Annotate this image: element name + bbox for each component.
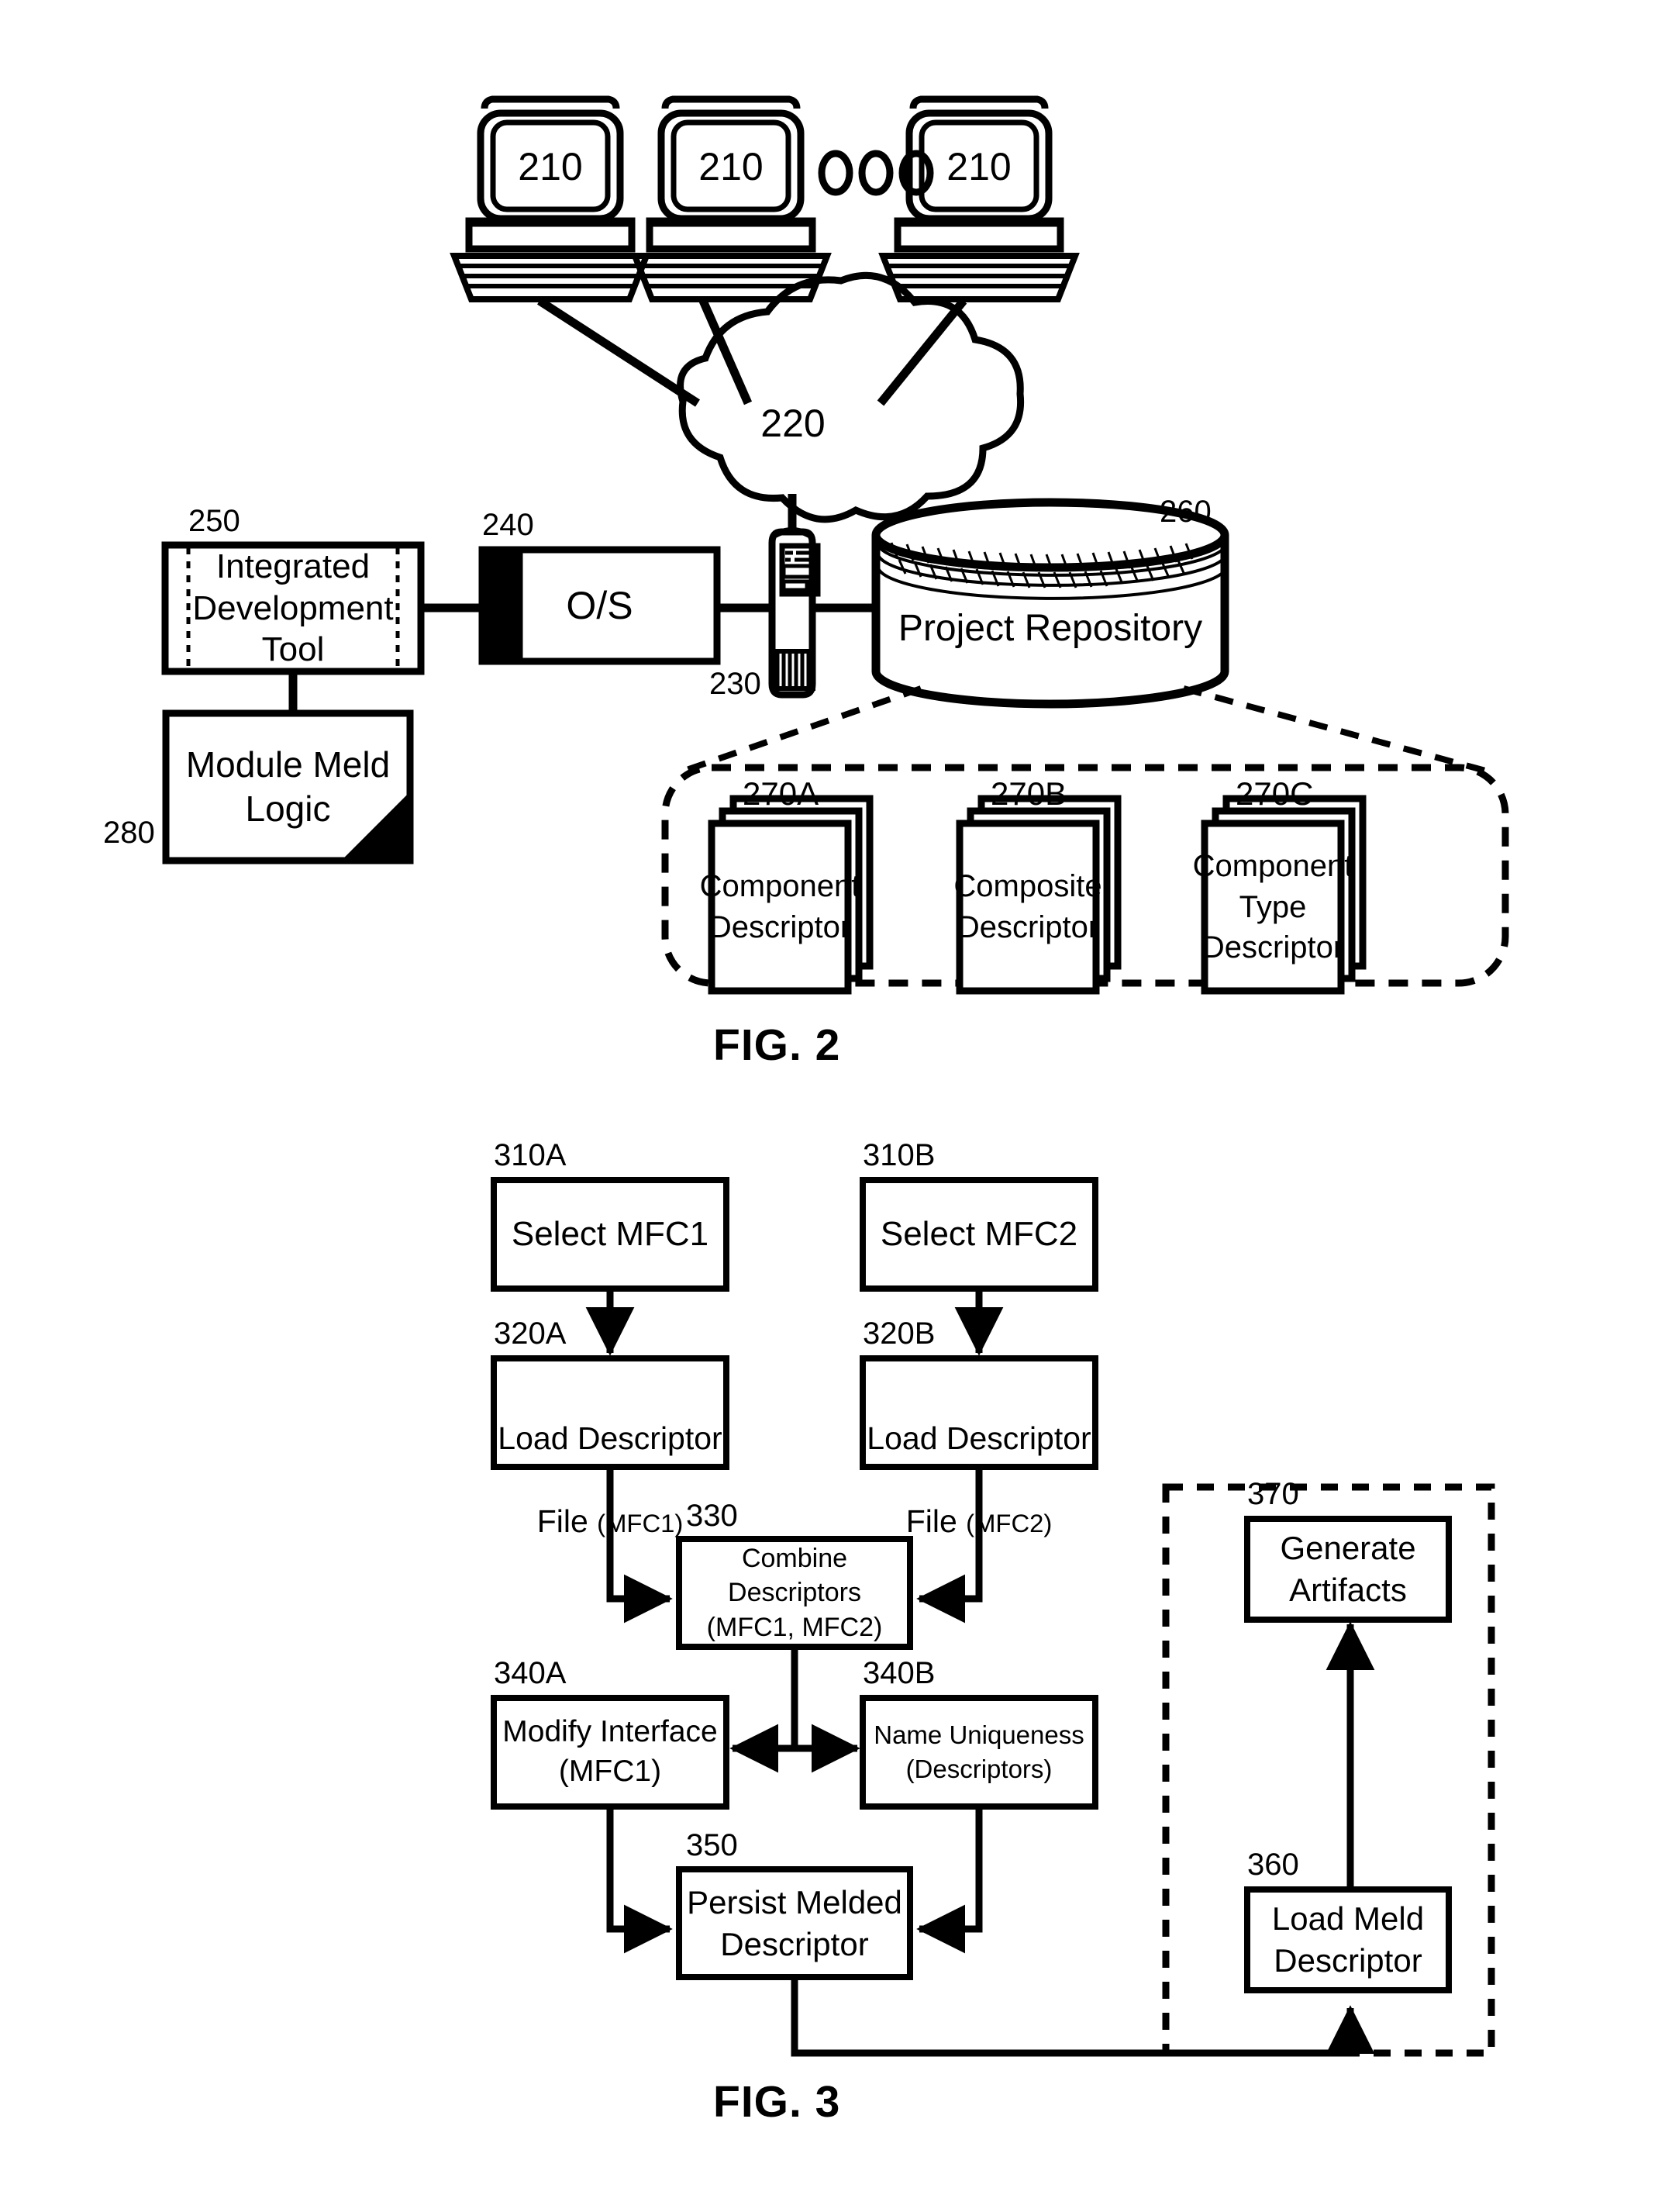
network-cloud-220 bbox=[677, 271, 1025, 523]
server-ref-230: 230 bbox=[709, 667, 761, 701]
step-320A-paren: (MFC1) bbox=[597, 1508, 684, 1537]
step-330-ref: 330 bbox=[686, 1499, 738, 1533]
server-230 bbox=[768, 527, 821, 699]
step-320B-label: Load Descriptor File (MFC2) bbox=[863, 1358, 1095, 1539]
os-box-label: O/S bbox=[566, 584, 633, 627]
terminal-computer-3 bbox=[878, 95, 1080, 302]
patent-drawing-sheet: 210 210 210 220 230 240 O/S 250 Integrat… bbox=[0, 0, 1672, 2212]
descriptor-270C-label: Component Type Descriptor bbox=[1192, 848, 1353, 965]
network-cloud-label: 220 bbox=[760, 402, 826, 445]
step-350-ref: 350 bbox=[686, 1828, 738, 1862]
step-320A-line1: Load Descriptor bbox=[498, 1420, 722, 1457]
descriptor-270B-label: Composite Descriptor bbox=[953, 869, 1102, 944]
step-310B-label: Select MFC2 bbox=[880, 1215, 1078, 1253]
fig2-caption: FIG. 2 bbox=[713, 1020, 841, 1070]
step-350-label: Persist Melded Descriptor bbox=[687, 1883, 902, 1962]
meld-logic-ref-280: 280 bbox=[103, 816, 155, 850]
repository-ref-260: 260 bbox=[1160, 495, 1212, 529]
terminal-computer-1 bbox=[450, 95, 651, 302]
step-340B-label: Name Uniqueness (Descriptors) bbox=[874, 1720, 1084, 1783]
step-320B-line2: File bbox=[905, 1503, 967, 1539]
step-370-ref: 370 bbox=[1247, 1477, 1299, 1511]
os-box-ref-240: 240 bbox=[482, 508, 534, 542]
step-340A-label: Modify Interface (MFC1) bbox=[502, 1715, 718, 1788]
terminal-computer-2 bbox=[630, 95, 832, 302]
step-360-ref: 360 bbox=[1247, 1848, 1299, 1882]
step-340B-ref: 340B bbox=[863, 1656, 936, 1690]
step-310A-label: Select MFC1 bbox=[511, 1215, 709, 1253]
repository-label: Project Repository bbox=[898, 607, 1203, 649]
terminal-1-ref: 210 bbox=[518, 145, 583, 188]
descriptor-270B-ref: 270B bbox=[991, 775, 1067, 812]
step-320A-label: Load Descriptor File (MFC1) bbox=[494, 1358, 726, 1539]
step-320A-line2: File bbox=[536, 1503, 598, 1539]
project-repository-cylinder-260 bbox=[871, 498, 1229, 709]
step-320A-ref: 320A bbox=[494, 1317, 567, 1351]
terminal-2-ref: 210 bbox=[698, 145, 764, 188]
ide-box-ref-250: 250 bbox=[188, 504, 240, 538]
terminal-3-ref: 210 bbox=[946, 145, 1012, 188]
step-340A-ref: 340A bbox=[494, 1656, 567, 1690]
descriptor-270A-ref: 270A bbox=[743, 775, 819, 812]
step-360-label: Load Meld Descriptor bbox=[1271, 1900, 1425, 1979]
step-310B-ref: 310B bbox=[863, 1138, 936, 1172]
ide-box-label: Integrated Development Tool bbox=[192, 547, 394, 669]
descriptor-270A-label: Component Descriptor bbox=[699, 869, 860, 944]
step-320B-ref: 320B bbox=[863, 1317, 936, 1351]
step-310A-ref: 310A bbox=[494, 1138, 567, 1172]
step-320B-line1: Load Descriptor bbox=[867, 1420, 1091, 1457]
step-320B-paren: (MFC2) bbox=[966, 1508, 1053, 1537]
step-370-label: Generate Artifacts bbox=[1280, 1530, 1416, 1608]
meld-logic-label: Module Meld Logic bbox=[185, 744, 391, 830]
descriptor-270C-ref: 270C bbox=[1236, 775, 1314, 812]
fig3-caption: FIG. 3 bbox=[713, 2077, 841, 2127]
step-330-label: Combine Descriptors (MFC1, MFC2) bbox=[706, 1544, 883, 1642]
